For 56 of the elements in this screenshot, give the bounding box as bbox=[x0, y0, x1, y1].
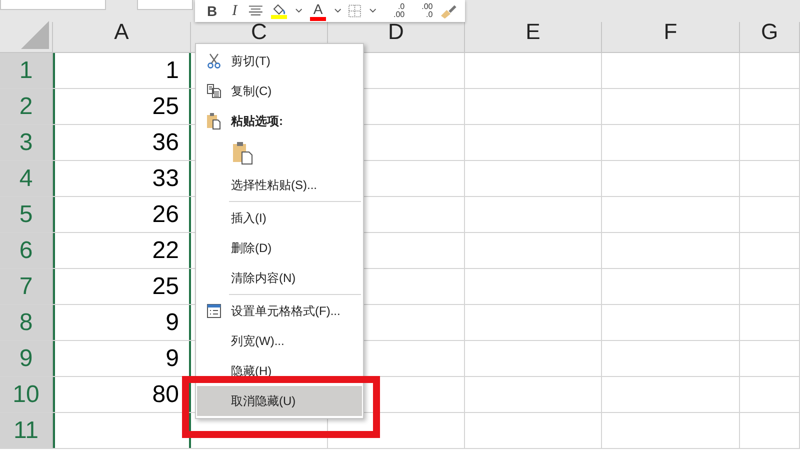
menu-heading: 粘贴选项: bbox=[197, 106, 362, 136]
copy-icon bbox=[206, 83, 222, 99]
decrease-decimal-button[interactable]: .00 .0 bbox=[412, 3, 433, 19]
row-header[interactable]: 4 bbox=[0, 161, 53, 196]
column-header[interactable]: G bbox=[760, 22, 778, 42]
column-header[interactable]: D bbox=[388, 22, 404, 42]
row-header[interactable]: 11 bbox=[0, 413, 53, 448]
menu-item[interactable]: 复制(C) bbox=[197, 76, 362, 106]
menu-item[interactable]: 列宽(W)... bbox=[197, 326, 362, 356]
cell-value: 9 bbox=[166, 344, 179, 374]
menu-item[interactable]: 插入(I) bbox=[197, 203, 362, 233]
cell-value: 36 bbox=[152, 128, 179, 158]
row-header[interactable]: 1 bbox=[0, 53, 53, 88]
menu-item[interactable]: 清除内容(N) bbox=[197, 263, 362, 293]
paint-bucket-icon bbox=[272, 3, 286, 15]
italic-button[interactable]: I bbox=[228, 0, 242, 22]
cell-value: 25 bbox=[152, 272, 179, 302]
caret-icon[interactable] bbox=[334, 8, 342, 14]
menu-item[interactable]: 选择性粘贴(S)... bbox=[197, 170, 362, 200]
cell-value: 33 bbox=[152, 164, 179, 194]
clipboard-icon bbox=[206, 112, 222, 130]
increase-decimal-button[interactable]: .0 .00 bbox=[384, 3, 405, 19]
fill-color-button[interactable] bbox=[270, 3, 288, 19]
cell-value: 26 bbox=[152, 200, 179, 230]
column-header[interactable]: E bbox=[526, 22, 540, 42]
cell-value: 80 bbox=[152, 380, 179, 410]
row-header[interactable]: 5 bbox=[0, 197, 53, 232]
column-header[interactable]: A bbox=[114, 22, 129, 42]
column-header[interactable]: C bbox=[251, 22, 267, 42]
menu-item[interactable]: 删除(D) bbox=[197, 233, 362, 263]
caret-icon[interactable] bbox=[368, 8, 376, 14]
triangle-icon bbox=[21, 21, 49, 49]
cell-value: 22 bbox=[152, 236, 179, 266]
font-color-button[interactable]: A bbox=[309, 2, 327, 20]
row-header[interactable]: 10 bbox=[0, 377, 53, 412]
menu-item[interactable]: 设置单元格格式(F)... bbox=[197, 296, 362, 326]
row-header[interactable]: 6 bbox=[0, 233, 53, 268]
borders-icon[interactable] bbox=[348, 4, 362, 18]
row-header[interactable]: 8 bbox=[0, 305, 53, 340]
cell-value: 9 bbox=[166, 308, 179, 338]
cell-value: 25 bbox=[152, 92, 179, 122]
row-header[interactable]: 7 bbox=[0, 269, 53, 304]
caret-icon[interactable] bbox=[294, 8, 302, 14]
row-header[interactable]: 3 bbox=[0, 125, 53, 160]
center-align-icon[interactable] bbox=[248, 4, 264, 18]
paintbrush-icon[interactable] bbox=[440, 3, 457, 19]
format-cells-icon bbox=[206, 303, 222, 319]
scissors-icon bbox=[206, 53, 222, 69]
column-header[interactable]: F bbox=[664, 22, 678, 42]
menu-item[interactable]: 剪切(T) bbox=[197, 46, 362, 76]
menu-item[interactable]: 取消隐藏(U) bbox=[197, 386, 362, 416]
paste-option-icon[interactable] bbox=[232, 141, 254, 165]
bold-button[interactable]: B bbox=[203, 0, 222, 22]
cell-value: 1 bbox=[166, 56, 179, 86]
row-header[interactable]: 9 bbox=[0, 341, 53, 376]
row-header[interactable]: 2 bbox=[0, 89, 53, 124]
